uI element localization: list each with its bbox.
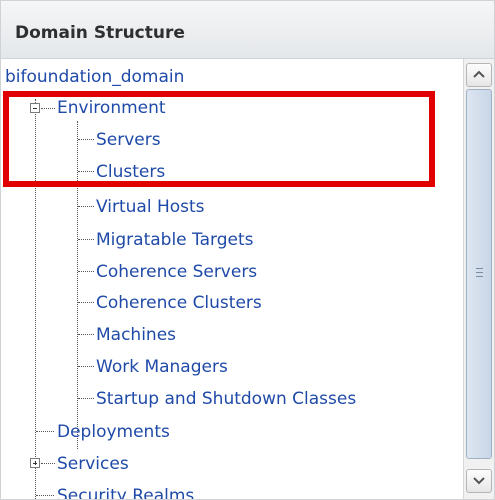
tree-item-startup-shutdown-classes[interactable]: Startup and Shutdown Classes — [96, 389, 356, 409]
collapse-environment-icon[interactable] — [30, 103, 40, 113]
tree-connector — [78, 271, 94, 272]
tree-root-link[interactable]: bifoundation_domain — [5, 67, 184, 87]
tree-connector — [78, 171, 94, 172]
vertical-scrollbar[interactable] — [463, 59, 494, 499]
tree-item-services[interactable]: Services — [57, 454, 129, 474]
tree-item-work-managers[interactable]: Work Managers — [96, 357, 228, 377]
domain-tree: bifoundation_domain Environment Servers … — [1, 59, 463, 499]
tree-item-clusters[interactable]: Clusters — [96, 162, 165, 182]
tree-connector — [78, 139, 94, 140]
scroll-down-button[interactable] — [466, 469, 492, 493]
tree-item-security-realms[interactable]: Security Realms — [57, 486, 194, 499]
grip-line — [476, 272, 483, 273]
scroll-up-button[interactable] — [466, 63, 492, 87]
tree-connector — [78, 206, 94, 207]
tree-item-machines[interactable]: Machines — [96, 325, 176, 345]
grip-line — [476, 268, 483, 269]
tree-connector — [41, 463, 55, 464]
tree-item-migratable-targets[interactable]: Migratable Targets — [96, 230, 254, 250]
tree-item-coherence-servers[interactable]: Coherence Servers — [96, 262, 257, 282]
tree-connector — [78, 334, 94, 335]
tree-item-virtual-hosts[interactable]: Virtual Hosts — [96, 197, 205, 217]
grip-line — [476, 276, 483, 277]
expand-services-icon[interactable] — [30, 458, 40, 468]
tree-item-environment[interactable]: Environment — [57, 98, 166, 118]
tree-connector — [78, 366, 94, 367]
tree-connector — [78, 302, 94, 303]
chevron-up-icon — [473, 70, 485, 78]
tree-item-deployments[interactable]: Deployments — [57, 422, 170, 442]
chevron-down-icon — [473, 477, 485, 485]
tree-connector — [78, 239, 94, 240]
domain-structure-panel: Domain Structure bifoundation_domain Env… — [0, 0, 495, 500]
scrollbar-thumb[interactable] — [466, 89, 492, 459]
tree-item-servers[interactable]: Servers — [96, 130, 161, 150]
tree-connector — [36, 431, 54, 432]
panel-header: Domain Structure — [1, 1, 494, 59]
panel-title: Domain Structure — [15, 23, 185, 43]
tree-connector — [78, 398, 94, 399]
tree-connector — [36, 495, 54, 496]
tree-trunk-line — [35, 99, 36, 499]
tree-item-coherence-clusters[interactable]: Coherence Clusters — [96, 293, 262, 313]
tree-connector — [41, 108, 55, 109]
